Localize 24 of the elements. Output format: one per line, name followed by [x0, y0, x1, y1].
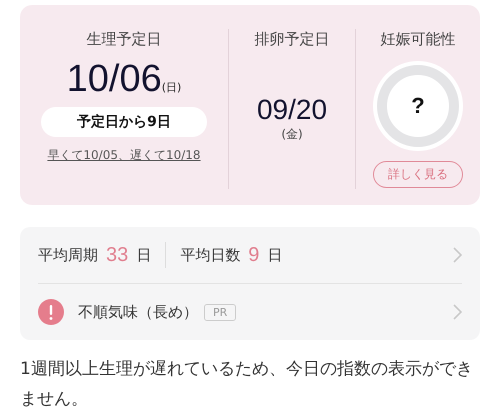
chevron-icon [453, 304, 462, 320]
ovulation-date: 09/20 [256, 94, 328, 126]
pr-tag: PR [204, 304, 236, 320]
fertility-label: 妊娠可能性 [380, 29, 456, 49]
irregular-text: 不順気味（長め） [78, 302, 198, 322]
period-weekday: (日) [162, 80, 182, 95]
warning-icon [38, 299, 64, 325]
cycle-value: 33 [106, 244, 128, 266]
period-label: 生理予定日 [86, 29, 162, 49]
ovulation-weekday: (金) [281, 126, 303, 143]
fertility-value: ? [411, 93, 425, 119]
period-date: 10/06 [66, 57, 162, 101]
duration-label: 平均日数 [180, 246, 240, 264]
cycle-label: 平均周期 [38, 246, 98, 264]
averages-row[interactable]: 平均周期 33 日 平均日数 9 日 [38, 227, 462, 284]
chevron-icon [453, 247, 462, 263]
cycle-unit: 日 [136, 246, 152, 264]
duration-unit: 日 [267, 246, 282, 264]
duration-value: 9 [248, 244, 260, 266]
notice-text: 1週間以上生理が遅れているため、今日の指数の表示ができません。 [20, 358, 474, 411]
days-late-badge: 予定日から9日 [41, 107, 207, 137]
date-range-link[interactable]: 早くて10/05、遅くて10/18 [47, 147, 201, 164]
irregular-row[interactable]: 不順気味（長め） PR [38, 284, 462, 340]
ovulation-label: 排卵予定日 [254, 29, 330, 49]
